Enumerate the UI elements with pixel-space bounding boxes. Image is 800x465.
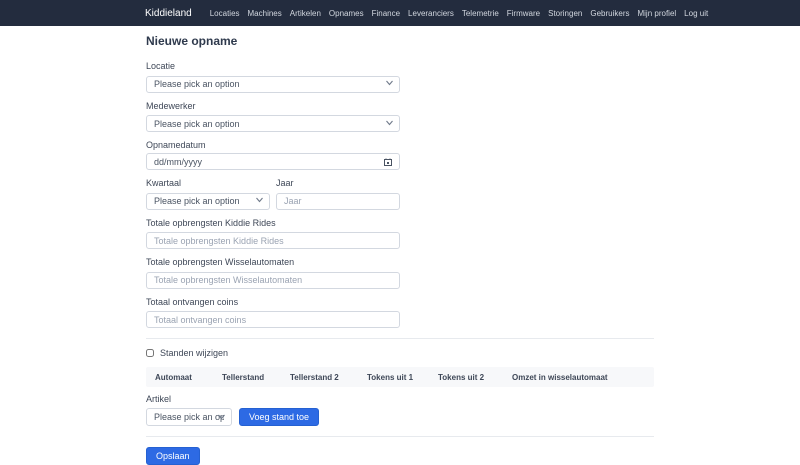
brand-kiddieland[interactable]: Kiddieland xyxy=(145,8,192,19)
kiddie-rides-input[interactable] xyxy=(146,232,400,249)
opnamedatum-date-input[interactable]: dd/mm/yyyy xyxy=(146,153,400,170)
wisselautomaten-input[interactable] xyxy=(146,272,400,289)
nav-item-finance[interactable]: Finance xyxy=(372,9,400,18)
nav-item-storingen[interactable]: Storingen xyxy=(548,9,582,18)
wisselautomaten-label: Totale opbrengsten Wisselautomaten xyxy=(146,257,400,267)
nav-item-log-uit[interactable]: Log uit xyxy=(684,9,708,18)
new-opname-form: Nieuwe opname Locatie Please pick an opt… xyxy=(146,26,654,465)
locatie-label: Locatie xyxy=(146,61,400,71)
nav-item-mijn-profiel[interactable]: Mijn profiel xyxy=(637,9,676,18)
standen-wijzigen-row: Standen wijzigen xyxy=(146,348,654,358)
field-kiddie-rides: Totale opbrengsten Kiddie Rides xyxy=(146,218,400,250)
nav-item-firmware[interactable]: Firmware xyxy=(507,9,540,18)
locatie-select[interactable]: Please pick an option xyxy=(146,76,400,93)
kwartaal-select[interactable]: Please pick an option xyxy=(146,193,270,210)
nav-item-locaties[interactable]: Locaties xyxy=(210,9,240,18)
page-title: Nieuwe opname xyxy=(146,34,654,48)
standen-wijzigen-label: Standen wijzigen xyxy=(160,348,228,358)
standen-table-header: Automaat Tellerstand Tellerstand 2 Token… xyxy=(146,367,654,387)
opslaan-button[interactable]: Opslaan xyxy=(146,447,200,465)
nav-item-gebruikers[interactable]: Gebruikers xyxy=(590,9,629,18)
field-opnamedatum: Opnamedatum dd/mm/yyyy xyxy=(146,140,400,170)
standen-wijzigen-checkbox[interactable] xyxy=(146,349,154,357)
opnamedatum-label: Opnamedatum xyxy=(146,140,400,150)
jaar-label: Jaar xyxy=(276,178,400,188)
nav-item-machines[interactable]: Machines xyxy=(248,9,282,18)
field-jaar: Jaar xyxy=(276,178,400,210)
artikel-select[interactable]: Please pick an option xyxy=(146,408,232,426)
col-tellerstand: Tellerstand xyxy=(222,373,290,382)
field-artikel: Artikel Please pick an option Voeg stand… xyxy=(146,394,654,426)
top-navbar: Kiddieland Locaties Machines Artikelen O… xyxy=(0,0,800,26)
medewerker-label: Medewerker xyxy=(146,101,400,111)
field-medewerker: Medewerker Please pick an option xyxy=(146,101,400,133)
calendar-icon[interactable] xyxy=(384,158,392,166)
nav-item-artikelen[interactable]: Artikelen xyxy=(290,9,321,18)
nav-item-opnames[interactable]: Opnames xyxy=(329,9,364,18)
field-locatie: Locatie Please pick an option xyxy=(146,61,400,93)
col-tokens-uit-1: Tokens uit 1 xyxy=(367,373,438,382)
section-divider xyxy=(146,436,654,437)
kwartaal-jaar-row: Kwartaal Please pick an option Jaar xyxy=(146,178,400,218)
kwartaal-label: Kwartaal xyxy=(146,178,270,188)
nav-menu: Locaties Machines Artikelen Opnames Fina… xyxy=(210,9,708,18)
coins-label: Totaal ontvangen coins xyxy=(146,297,400,307)
medewerker-select[interactable]: Please pick an option xyxy=(146,115,400,132)
field-wisselautomaten: Totale opbrengsten Wisselautomaten xyxy=(146,257,400,289)
opnamedatum-value: dd/mm/yyyy xyxy=(154,157,202,167)
col-automaat: Automaat xyxy=(155,373,222,382)
coins-input[interactable] xyxy=(146,311,400,328)
jaar-input[interactable] xyxy=(276,193,400,210)
col-omzet-in-wisselautomaat: Omzet in wisselautomaat xyxy=(512,373,654,382)
col-tellerstand-2: Tellerstand 2 xyxy=(290,373,367,382)
field-coins: Totaal ontvangen coins xyxy=(146,297,400,329)
navbar-content: Kiddieland Locaties Machines Artikelen O… xyxy=(145,8,655,19)
artikel-label: Artikel xyxy=(146,394,654,404)
field-kwartaal: Kwartaal Please pick an option xyxy=(146,178,270,210)
section-divider xyxy=(146,338,654,339)
col-tokens-uit-2: Tokens uit 2 xyxy=(438,373,512,382)
kiddie-rides-label: Totale opbrengsten Kiddie Rides xyxy=(146,218,400,228)
nav-item-telemetrie[interactable]: Telemetrie xyxy=(462,9,499,18)
nav-item-leveranciers[interactable]: Leveranciers xyxy=(408,9,454,18)
